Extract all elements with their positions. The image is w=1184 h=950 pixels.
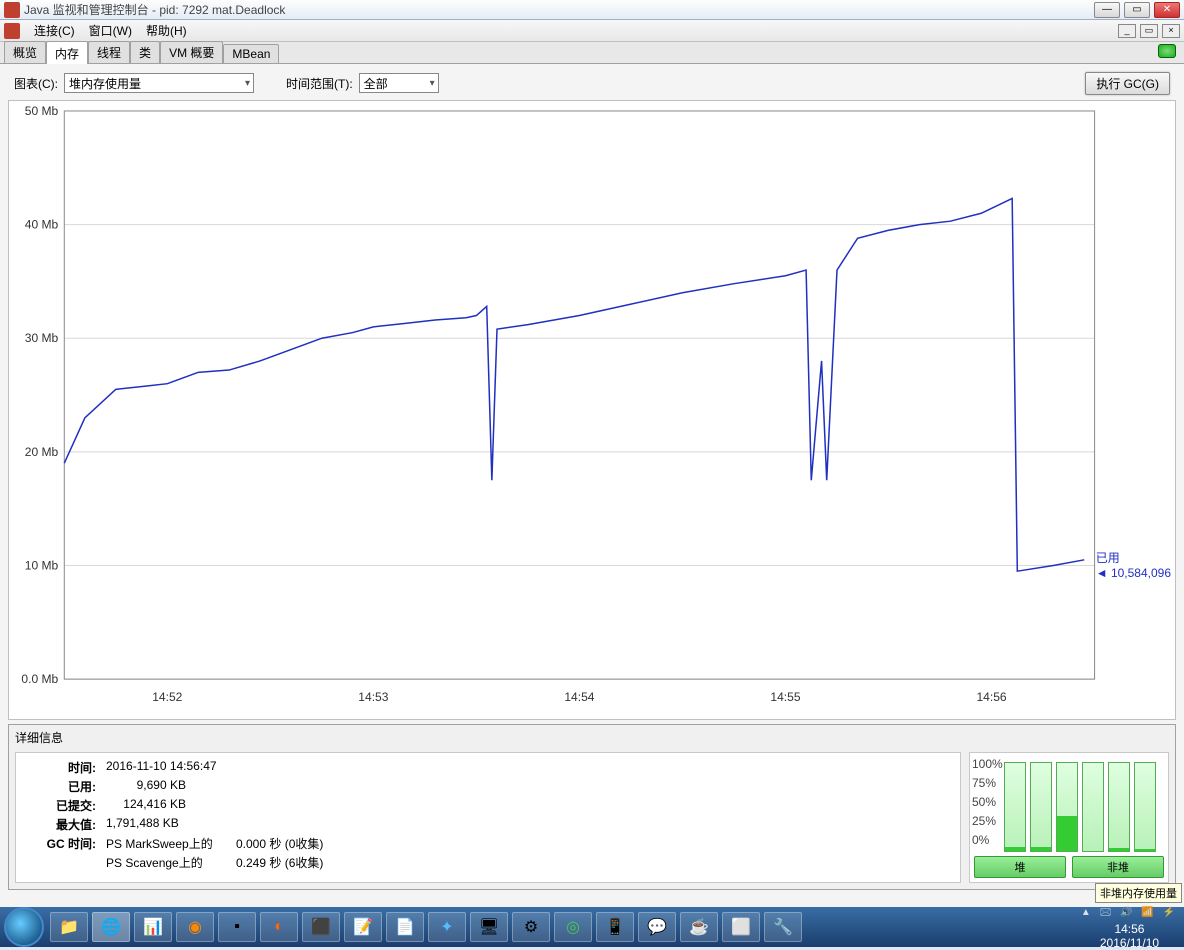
details-values: 时间: 2016-11-10 14:56:47 已用: 9,690 KB 已提交: 1… <box>15 752 961 883</box>
max-value: 1,791,488 KB <box>106 816 179 833</box>
chart-svg: 0.0 Mb 10 Mb 20 Mb 30 Mb 40 Mb 50 Mb 14:52 14:5… <box>9 101 1175 719</box>
chart-label: 图表(C): <box>14 75 58 92</box>
taskbar-item[interactable]: 🖥 <box>470 912 508 942</box>
taskbar-item[interactable]: 📊 <box>134 912 172 942</box>
timerange-label: 时间范围(T): <box>286 75 353 92</box>
tab-mbean[interactable]: MBean <box>223 44 279 63</box>
menubar: 连接(C) 窗口(W) 帮助(H) _ ▭ × <box>0 20 1184 42</box>
mdi-minimize-button[interactable]: _ <box>1118 24 1136 38</box>
taskbar-item[interactable]: ▪ <box>218 912 256 942</box>
details-panel: 详细信息 时间: 2016-11-10 14:56:47 已用: 9,690 KB … <box>8 724 1176 890</box>
chart-controls: 图表(C): 堆内存使用量 时间范围(T): 全部 执行 GC(G) <box>6 70 1178 96</box>
svg-text:30 Mb: 30 Mb <box>25 331 59 345</box>
svg-text:10 Mb: 10 Mb <box>25 559 59 573</box>
taskbar-item[interactable]: ◐ <box>260 912 298 942</box>
used-value: 9,690 KB <box>106 778 186 795</box>
memory-pool-bar[interactable] <box>1134 762 1156 852</box>
details-header: 详细信息 <box>11 727 1173 748</box>
taskbar-item[interactable]: ⬛ <box>302 912 340 942</box>
connect-indicator-icon[interactable] <box>1158 44 1176 58</box>
taskbar-item[interactable]: 📱 <box>596 912 634 942</box>
timerange-select[interactable]: 全部 <box>359 73 439 93</box>
menu-window[interactable]: 窗口(W) <box>83 20 138 41</box>
mini-yticks: 100% 75% 50% 25% 0% <box>972 757 1003 852</box>
window-title: Java 监视和管理控制台 - pid: 7292 mat.Deadlock <box>24 1 285 18</box>
memory-pools-chart: 100% 75% 50% 25% 0% 堆 非堆 <box>969 752 1169 883</box>
svg-text:14:56: 14:56 <box>976 690 1006 704</box>
window-buttons: — ▭ ✕ <box>1094 2 1180 18</box>
close-button[interactable]: ✕ <box>1154 2 1180 18</box>
time-value: 2016-11-10 14:56:47 <box>106 759 217 776</box>
tab-overview[interactable]: 概览 <box>4 41 46 63</box>
heap-button[interactable]: 堆 <box>974 856 1066 878</box>
gc-label: GC 时间: <box>26 835 96 852</box>
tab-memory[interactable]: 内存 <box>46 41 88 64</box>
minimize-button[interactable]: — <box>1094 2 1120 18</box>
tab-vm[interactable]: VM 概要 <box>160 41 223 63</box>
time-label: 时间: <box>26 759 96 776</box>
taskbar-item[interactable]: 🌐 <box>92 912 130 942</box>
taskbar: 📁 🌐 📊 ◉ ▪ ◐ ⬛ 📝 📄 ✦ 🖥 ⚙ ◎ 📱 💬 ☕ ⬜ 🔧 ▲ 🖂 … <box>0 907 1184 947</box>
tabbar: 概览 内存 线程 类 VM 概要 MBean <box>0 42 1184 64</box>
svg-text:40 Mb: 40 Mb <box>25 218 59 232</box>
svg-text:14:55: 14:55 <box>770 690 800 704</box>
taskbar-item[interactable]: 🔧 <box>764 912 802 942</box>
taskbar-item[interactable]: ⬜ <box>722 912 760 942</box>
svg-text:14:53: 14:53 <box>358 690 388 704</box>
tab-threads[interactable]: 线程 <box>88 41 130 63</box>
nonheap-button[interactable]: 非堆 <box>1072 856 1164 878</box>
max-label: 最大值: <box>26 816 96 833</box>
taskbar-item[interactable]: ☕ <box>680 912 718 942</box>
svg-text:20 Mb: 20 Mb <box>25 445 59 459</box>
mdi-restore-button[interactable]: ▭ <box>1140 24 1158 38</box>
svg-text:14:54: 14:54 <box>564 690 594 704</box>
taskbar-item[interactable]: 📁 <box>50 912 88 942</box>
svg-text:0.0 Mb: 0.0 Mb <box>21 672 58 686</box>
taskbar-item[interactable]: 📝 <box>344 912 382 942</box>
memory-pool-bar[interactable] <box>1108 762 1130 852</box>
taskbar-item[interactable]: ◉ <box>176 912 214 942</box>
taskbar-item[interactable]: ⚙ <box>512 912 550 942</box>
taskbar-item[interactable]: 💬 <box>638 912 676 942</box>
taskbar-item[interactable]: ◎ <box>554 912 592 942</box>
used-label: 已用: <box>26 778 96 795</box>
mdi-close-button[interactable]: × <box>1162 24 1180 38</box>
taskbar-item[interactable]: ✦ <box>428 912 466 942</box>
tooltip: 非堆内存使用量 <box>1095 883 1182 903</box>
chart-select[interactable]: 堆内存使用量 <box>64 73 254 93</box>
memory-pool-bar[interactable] <box>1004 762 1026 852</box>
java-icon <box>4 23 20 39</box>
system-tray[interactable]: ▲ 🖂 🔊 📶 ⚡ 14:56 2016/11/10 <box>1075 905 1184 950</box>
memory-pool-bar[interactable] <box>1056 762 1078 852</box>
tab-classes[interactable]: 类 <box>130 41 160 63</box>
svg-text:14:52: 14:52 <box>152 690 182 704</box>
maximize-button[interactable]: ▭ <box>1124 2 1150 18</box>
menu-help[interactable]: 帮助(H) <box>140 20 193 41</box>
workarea: 图表(C): 堆内存使用量 时间范围(T): 全部 执行 GC(G) 0.0 M… <box>0 64 1184 907</box>
chart-legend: 已用 ◄ 10,584,096 <box>1096 549 1171 580</box>
menu-connect[interactable]: 连接(C) <box>28 20 81 41</box>
taskbar-item[interactable]: 📄 <box>386 912 424 942</box>
memory-pool-bar[interactable] <box>1082 762 1104 852</box>
svg-text:50 Mb: 50 Mb <box>25 104 59 118</box>
start-button[interactable] <box>4 907 44 947</box>
perform-gc-button[interactable]: 执行 GC(G) <box>1085 72 1170 95</box>
memory-chart: 0.0 Mb 10 Mb 20 Mb 30 Mb 40 Mb 50 Mb 14:52 14:5… <box>8 100 1176 720</box>
memory-pool-bar[interactable] <box>1030 762 1052 852</box>
committed-label: 已提交: <box>26 797 96 814</box>
window-titlebar: Java 监视和管理控制台 - pid: 7292 mat.Deadlock —… <box>0 0 1184 20</box>
java-icon <box>4 2 20 18</box>
committed-value: 124,416 KB <box>106 797 186 814</box>
